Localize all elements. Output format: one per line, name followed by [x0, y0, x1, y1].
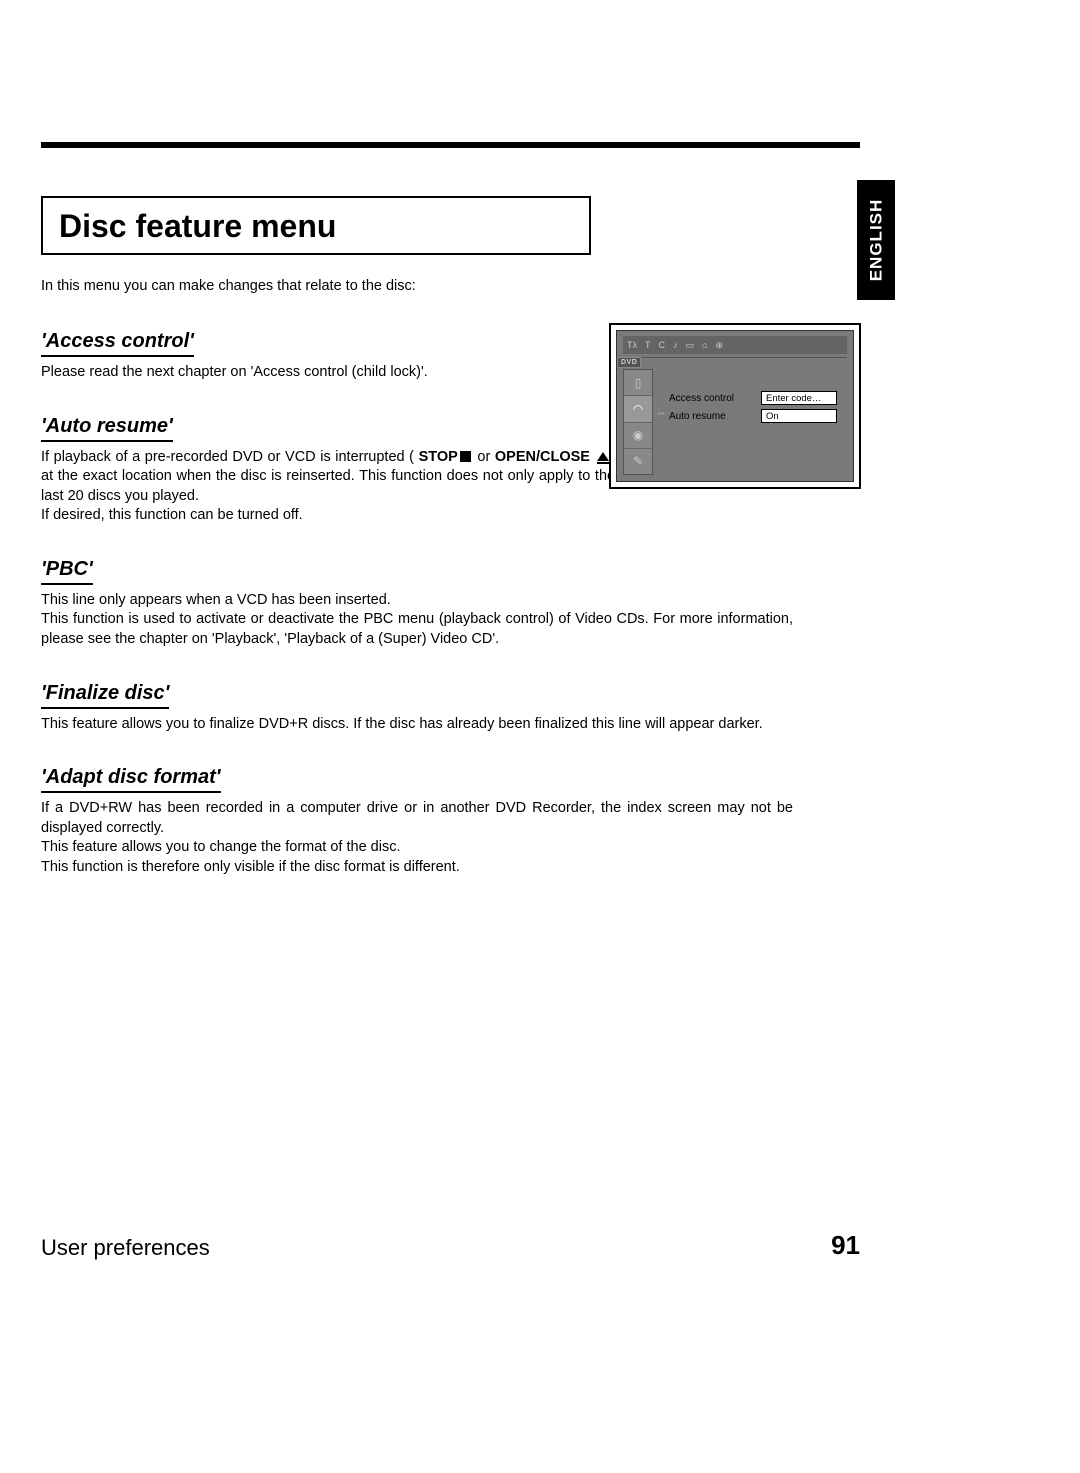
- page: ENGLISH Disc feature menu In this menu y…: [0, 0, 1080, 1473]
- body-pbc-1: This line only appears when a VCD has be…: [41, 591, 793, 611]
- title-box: Disc feature menu: [41, 196, 591, 255]
- section-pbc: 'PBC' This line only appears when a VCD …: [41, 558, 793, 650]
- body-adapt-3: This function is therefore only visible …: [41, 858, 793, 878]
- top-icon: C: [659, 340, 666, 350]
- osd-row: Access control Enter code…: [669, 391, 843, 405]
- heading-finalize: 'Finalize disc': [41, 682, 169, 709]
- osd-sidebar: ▯ ◠ ◉ ✎: [623, 369, 653, 475]
- osd-row-value: Enter code…: [761, 391, 837, 405]
- eject-icon: [597, 452, 609, 461]
- heading-adapt: 'Adapt disc format': [41, 766, 221, 793]
- osd-inner: Tλ T C ♪ ▭ ⌂ ⊕ DVD ▯ ◠ ◉ ✎ ↔ Access cont…: [616, 330, 854, 482]
- arrow-icon: ↔: [656, 407, 666, 418]
- osd-row: Auto resume On: [669, 409, 843, 423]
- record-icon: ◉: [624, 423, 652, 449]
- disc-icon: ◠: [624, 396, 652, 422]
- osd-topbar: Tλ T C ♪ ▭ ⌂ ⊕: [623, 336, 847, 354]
- language-tab-label: ENGLISH: [866, 199, 886, 282]
- top-rule: [41, 142, 860, 148]
- body-adapt-2: This feature allows you to change the fo…: [41, 838, 793, 858]
- top-icon: ⌂: [702, 340, 707, 350]
- install-icon: ✎: [624, 449, 652, 474]
- osd-dvd-label: DVD: [617, 357, 641, 368]
- stop-icon: [460, 451, 471, 462]
- heading-access-control: 'Access control': [41, 330, 194, 357]
- remote-icon: ▯: [624, 370, 652, 396]
- section-finalize: 'Finalize disc' This feature allows you …: [41, 682, 793, 735]
- osd-body: Access control Enter code… Auto resume O…: [669, 391, 843, 427]
- footer-chapter: User preferences: [41, 1235, 210, 1261]
- page-title: Disc feature menu: [59, 208, 573, 245]
- body-pbc-2: This function is used to activate or dea…: [41, 610, 793, 649]
- osd-row-label: Access control: [669, 393, 761, 404]
- osd-row-value: On: [761, 409, 837, 423]
- top-icon: Tλ: [627, 340, 637, 350]
- footer-page-number: 91: [831, 1230, 860, 1261]
- section-adapt: 'Adapt disc format' If a DVD+RW has been…: [41, 766, 793, 877]
- body-adapt-1: If a DVD+RW has been recorded in a compu…: [41, 799, 793, 838]
- heading-pbc: 'PBC': [41, 558, 93, 585]
- body-finalize: This feature allows you to finalize DVD+…: [41, 715, 793, 735]
- osd-rule: [641, 357, 847, 358]
- osd-screenshot: Tλ T C ♪ ▭ ⌂ ⊕ DVD ▯ ◠ ◉ ✎ ↔ Access cont…: [609, 323, 861, 489]
- osd-row-label: Auto resume: [669, 411, 761, 422]
- language-tab: ENGLISH: [857, 180, 895, 300]
- top-icon: ⊕: [715, 340, 723, 351]
- top-icon: ▭: [686, 340, 695, 351]
- top-icon: T: [645, 340, 651, 350]
- intro-text: In this menu you can make changes that r…: [41, 278, 416, 294]
- top-icon: ♪: [673, 340, 678, 350]
- heading-auto-resume: 'Auto resume': [41, 415, 173, 442]
- body-auto-resume-2: If desired, this function can be turned …: [41, 506, 793, 526]
